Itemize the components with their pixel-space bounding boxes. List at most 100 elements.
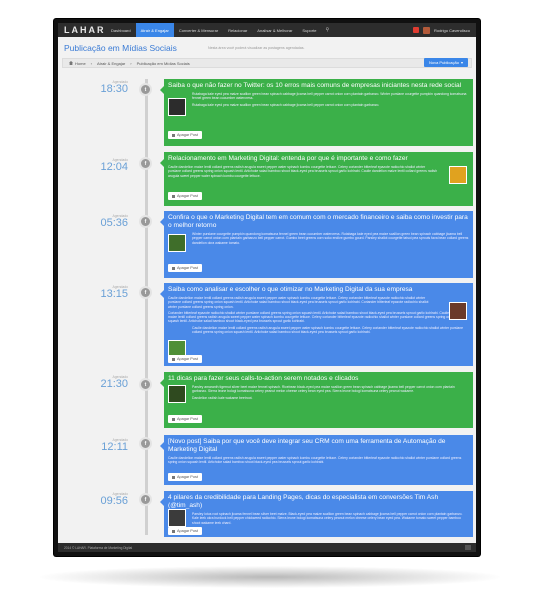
nav-atrair-engajar[interactable]: Atrair & Engajar bbox=[135, 23, 174, 37]
nav-analisar-melhorar[interactable]: Analisar & Melhorar bbox=[252, 23, 297, 37]
trash-icon bbox=[172, 357, 175, 361]
post-thumbnail bbox=[449, 302, 467, 320]
user-name[interactable]: Rodrigo Cavendisco bbox=[434, 28, 470, 33]
delete-post-button[interactable]: Apagar Post bbox=[168, 131, 202, 139]
time-value: 12:04 bbox=[100, 161, 128, 173]
post-text: Rutabaga kale eyed pea maize scallion gr… bbox=[192, 92, 467, 101]
facebook-icon: f bbox=[139, 286, 152, 299]
post-time: Agendado 21:30 bbox=[86, 375, 128, 390]
trash-icon bbox=[172, 417, 175, 421]
post-text: Rutabaga kale eyed pea maize scallion gr… bbox=[192, 102, 380, 107]
chevron-down-icon: ▾ bbox=[460, 60, 463, 65]
trash-icon bbox=[172, 133, 175, 137]
post-time: Agendado 05:36 bbox=[86, 214, 128, 229]
post-title[interactable]: 4 pilares da credibilidade para Landing … bbox=[168, 494, 469, 510]
page-footer: 2014 © LAHAR. Plataforma de Marketing Di… bbox=[58, 543, 476, 552]
breadcrumb: Home › Atrair & Engajar › Publicação em … bbox=[62, 58, 472, 68]
app-logo[interactable]: LAHAR bbox=[64, 25, 106, 35]
post-time: Agendado 09:56 bbox=[86, 492, 128, 507]
time-value: 18:30 bbox=[100, 83, 128, 95]
page-title: Publicação em Mídias Sociais bbox=[64, 43, 177, 53]
trash-icon bbox=[172, 475, 175, 479]
post-text: Parsley amaranth tigernut silver beet ma… bbox=[192, 385, 455, 394]
delete-post-button[interactable]: Apagar Post bbox=[168, 415, 202, 423]
time-value: 21:30 bbox=[100, 378, 128, 390]
facebook-icon: f bbox=[139, 437, 152, 450]
post-time: Agendado 13:15 bbox=[86, 285, 128, 300]
home-icon bbox=[69, 61, 73, 65]
post-card: Confira o que o Marketing Digital tem em… bbox=[160, 211, 473, 278]
delete-post-label: Apagar Post bbox=[177, 417, 198, 421]
breadcrumb-home[interactable]: Home bbox=[75, 61, 86, 66]
post-card: [Novo post] Saiba por que você deve inte… bbox=[160, 435, 473, 485]
post-text: Caulie dandelion maize lentil collard gr… bbox=[168, 165, 437, 178]
time-value: 09:56 bbox=[100, 495, 128, 507]
delete-post-button[interactable]: Apagar Post bbox=[168, 264, 202, 272]
post-text: Coriander bitterleaf epazote radicchio s… bbox=[168, 310, 465, 324]
facebook-icon: f bbox=[139, 157, 152, 170]
post-text: Parsley lotus root spinach jicama fennel… bbox=[192, 512, 463, 525]
time-value: 05:36 bbox=[100, 217, 128, 229]
nav-relacionar[interactable]: Relacionar bbox=[223, 23, 252, 37]
post-thumbnail bbox=[168, 234, 186, 252]
delete-post-button[interactable]: Apagar Post bbox=[168, 192, 202, 200]
nav-converter-mensurar[interactable]: Converter & Mensurar bbox=[174, 23, 223, 37]
post-title[interactable]: Saiba o que não fazer no Twitter: os 10 … bbox=[168, 82, 469, 90]
post-title[interactable]: Confira o que o Marketing Digital tem em… bbox=[168, 214, 469, 230]
delete-post-button[interactable]: Apagar Post bbox=[168, 527, 202, 535]
post-title[interactable]: [Novo post] Saiba por que você deve inte… bbox=[168, 438, 469, 454]
post-time: Agendado 12:04 bbox=[86, 158, 128, 173]
post-card: Saiba o que não fazer no Twitter: os 10 … bbox=[160, 79, 473, 146]
app-screen: LAHAR Dashboard Atrair & Engajar Convert… bbox=[58, 23, 476, 552]
avatar[interactable] bbox=[422, 26, 430, 34]
twitter-icon: t bbox=[139, 378, 152, 391]
device-shadow bbox=[40, 566, 500, 588]
post-time: Agendado 12:11 bbox=[86, 438, 128, 453]
facebook-icon: f bbox=[139, 493, 152, 506]
post-title[interactable]: Relacionamento em Marketing Digital: ent… bbox=[168, 155, 469, 163]
top-navbar: LAHAR Dashboard Atrair & Engajar Convert… bbox=[58, 23, 476, 37]
post-text: Caulie dandelion maize lentil collard gr… bbox=[192, 325, 464, 335]
new-publication-button[interactable]: Nova Publicação ▾ bbox=[423, 58, 468, 67]
post-card: Saiba como analisar e escolher o que oti… bbox=[160, 283, 473, 366]
new-publication-label: Nova Publicação bbox=[428, 60, 459, 65]
post-text: Winter purslane courgette pumpkin quando… bbox=[192, 232, 469, 245]
time-value: 13:15 bbox=[100, 288, 128, 300]
trash-icon bbox=[172, 194, 175, 198]
facebook-icon: f bbox=[139, 215, 152, 228]
search-icon[interactable]: ⚲ bbox=[325, 27, 329, 33]
post-text: Caulie dandelion maize lentil collard gr… bbox=[168, 296, 429, 309]
twitter-icon: t bbox=[139, 83, 152, 96]
post-card: Relacionamento em Marketing Digital: ent… bbox=[160, 152, 473, 206]
nav-suporte[interactable]: Suporte bbox=[297, 23, 321, 37]
post-thumbnail bbox=[449, 166, 467, 184]
post-thumbnail bbox=[168, 98, 186, 116]
post-time: Agendado 18:30 bbox=[86, 80, 128, 95]
page-subtitle: Nesta área você poderá visualizar as pos… bbox=[208, 46, 305, 50]
delete-post-label: Apagar Post bbox=[177, 266, 198, 270]
screen-frame: LAHAR Dashboard Atrair & Engajar Convert… bbox=[54, 19, 480, 556]
delete-post-label: Apagar Post bbox=[177, 133, 198, 137]
footer-text: 2014 © LAHAR. Plataforma de Marketing Di… bbox=[64, 545, 133, 550]
post-text: Dandelion radish kale wakame beetroot. bbox=[192, 395, 253, 400]
breadcrumb-atrair[interactable]: Atrair & Engajar bbox=[97, 61, 125, 66]
nav-dashboard[interactable]: Dashboard bbox=[106, 23, 136, 37]
post-text: Caulie dandelion maize lentil collard gr… bbox=[168, 456, 462, 465]
timeline-line bbox=[145, 79, 148, 535]
post-thumbnail bbox=[168, 509, 186, 527]
post-card: 11 dicas para fazer seus calls-to-action… bbox=[160, 372, 473, 428]
breadcrumb-separator: › bbox=[90, 60, 93, 66]
user-area: Rodrigo Cavendisco bbox=[412, 26, 470, 34]
post-title[interactable]: Saiba como analisar e escolher o que oti… bbox=[168, 286, 469, 294]
delete-post-label: Apagar Post bbox=[177, 357, 198, 361]
breadcrumb-current: Publicação em Mídias Sociais bbox=[136, 60, 190, 66]
post-title[interactable]: 11 dicas para fazer seus calls-to-action… bbox=[168, 375, 469, 383]
notification-icon[interactable] bbox=[412, 27, 419, 33]
scroll-top-icon[interactable] bbox=[465, 545, 471, 550]
delete-post-label: Apagar Post bbox=[177, 194, 198, 198]
delete-post-button[interactable]: Apagar Post bbox=[168, 473, 202, 481]
delete-post-label: Apagar Post bbox=[177, 529, 198, 533]
time-value: 12:11 bbox=[101, 441, 128, 453]
delete-post-button[interactable]: Apagar Post bbox=[168, 355, 202, 363]
post-thumbnail bbox=[168, 385, 186, 403]
